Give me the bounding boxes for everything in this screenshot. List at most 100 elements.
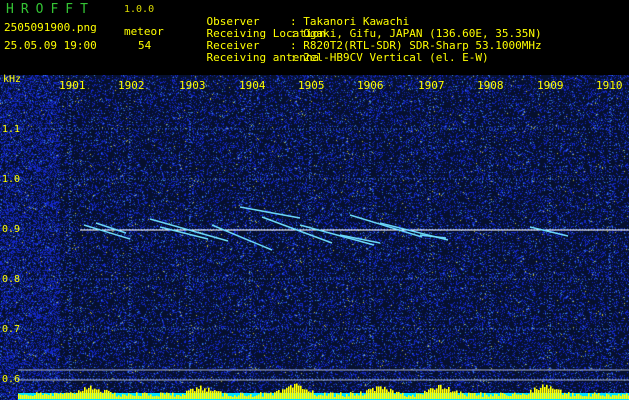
signal-level-bar (40, 392, 42, 399)
signal-level-bar (192, 388, 194, 399)
signal-level-bar (548, 388, 550, 399)
signal-level-bar (268, 393, 270, 399)
header-panel: HROFFT 1.0.0 2505091900.png 25.05.09 19:… (0, 0, 629, 75)
signal-level-bar (140, 396, 142, 399)
signal-level-bar (416, 393, 418, 399)
signal-level-bar (294, 383, 296, 399)
info-value: : R820T2(RTL-SDR) SDR-Sharp 53.1000MHz (290, 39, 542, 52)
signal-level-bar (314, 394, 316, 399)
signal-level-bar (582, 396, 584, 399)
signal-level-bar (102, 392, 104, 399)
signal-level-bar (366, 390, 368, 399)
signal-level-bar (48, 395, 50, 399)
signal-level-bar (80, 391, 82, 399)
signal-level-bar (154, 396, 156, 399)
signal-level-bar (430, 388, 432, 399)
signal-level-bar (246, 396, 248, 399)
signal-level-bar (74, 394, 76, 399)
signal-level-bar (446, 389, 448, 399)
signal-level-bar (500, 392, 502, 399)
signal-level-bar (108, 390, 110, 399)
signal-level-bar (624, 394, 626, 399)
signal-level-bar (208, 387, 210, 399)
signal-level-bar (450, 392, 452, 399)
signal-level-bar (86, 389, 88, 399)
file-name: 2505091900.png (4, 21, 97, 34)
signal-level-bar (230, 395, 232, 399)
signal-level-bar (510, 395, 512, 399)
signal-level-bar (324, 392, 326, 399)
signal-level-bar (272, 395, 274, 399)
signal-level-bar (190, 388, 192, 399)
signal-level-bar (452, 391, 454, 399)
signal-level-bar (162, 392, 164, 399)
recording-datetime: 25.05.09 19:00 (4, 39, 97, 52)
signal-level-bar (132, 395, 134, 399)
signal-level-bar (364, 394, 366, 399)
signal-level-bar (124, 394, 126, 399)
signal-level-bar (266, 393, 268, 399)
x-tick-label: 1904 (239, 79, 266, 92)
signal-level-bar (622, 394, 624, 399)
signal-level-bar (236, 396, 238, 399)
signal-level-bar (120, 396, 122, 399)
signal-level-bar (110, 392, 112, 399)
signal-level-bar (518, 394, 520, 399)
signal-level-bar (580, 395, 582, 399)
signal-level-bar (552, 388, 554, 399)
signal-level-bar (234, 395, 236, 399)
signal-level-bar (112, 394, 114, 399)
signal-level-bar (604, 396, 606, 399)
app-version: 1.0.0 (124, 4, 155, 15)
signal-level-bar (480, 392, 482, 399)
signal-level-bar (194, 391, 196, 399)
signal-level-bar (586, 396, 588, 399)
signal-level-bar (376, 386, 378, 399)
signal-level-bar (554, 389, 556, 399)
signal-level-bar (418, 393, 420, 399)
signal-level-bar (542, 384, 544, 399)
signal-level-bar (494, 393, 496, 399)
signal-level-bar (524, 394, 526, 399)
signal-level-bar (286, 387, 288, 399)
signal-level-bar (30, 395, 32, 399)
meteor-echo-streak (529, 226, 569, 237)
signal-level-bar (280, 392, 282, 399)
signal-level-bar (232, 396, 234, 399)
x-tick-label: 1909 (537, 79, 564, 92)
signal-level-bar (578, 393, 580, 399)
signal-level-bar (438, 384, 440, 399)
signal-level-bar (264, 392, 266, 399)
signal-level-bar (288, 386, 290, 399)
signal-level-bar (26, 394, 28, 399)
signal-level-bar (180, 396, 182, 399)
signal-level-bar (116, 396, 118, 399)
signal-level-bar (270, 392, 272, 399)
signal-level-bar (186, 390, 188, 399)
signal-level-bar (556, 389, 558, 399)
signal-level-bar (424, 390, 426, 399)
signal-level-bar (432, 388, 434, 399)
signal-level-bar (252, 396, 254, 399)
signal-level-bar (392, 390, 394, 399)
signal-level-bar (62, 394, 64, 399)
signal-level-bar (156, 395, 158, 399)
signal-level-bar (436, 388, 438, 399)
signal-level-bar (210, 390, 212, 399)
signal-level-bar (170, 395, 172, 399)
signal-level-bar (90, 385, 92, 399)
signal-level-bar (44, 393, 46, 399)
signal-level-bar (256, 395, 258, 399)
signal-level-bar (296, 383, 298, 399)
signal-level-bar (616, 395, 618, 399)
signal-level-bar (626, 393, 628, 399)
signal-level-bar (354, 395, 356, 399)
signal-level-bar (84, 387, 86, 399)
signal-level-bar (496, 394, 498, 399)
signal-level-bar (588, 393, 590, 399)
signal-level-bar (442, 389, 444, 399)
x-tick-label: 1908 (477, 79, 504, 92)
signal-level-bar (550, 386, 552, 399)
x-tick-label: 1907 (418, 79, 445, 92)
signal-level-bar (618, 393, 620, 399)
